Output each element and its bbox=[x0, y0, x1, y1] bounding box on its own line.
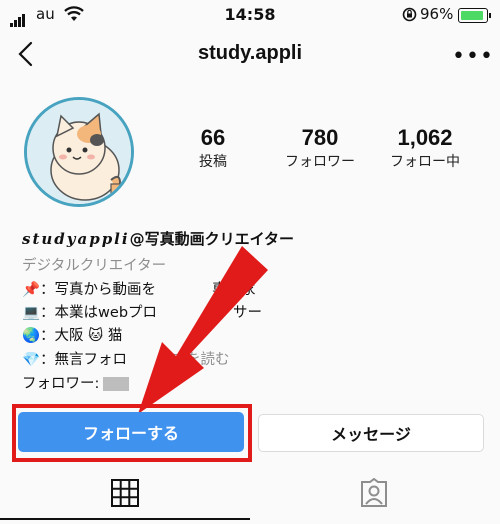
tab-tagged-icon[interactable] bbox=[358, 478, 390, 510]
stat-followers[interactable]: 780 フォロワー bbox=[270, 125, 370, 171]
orientation-lock-icon bbox=[402, 7, 417, 22]
stat-posts-value: 66 bbox=[200, 125, 226, 150]
bio-line: 🌏：大阪 🐱 猫 bbox=[22, 328, 123, 344]
avatar[interactable] bbox=[24, 97, 134, 207]
stat-following-label: フォロー中 bbox=[390, 154, 460, 170]
stat-followers-value: 780 bbox=[301, 125, 339, 150]
globe-icon: 🌏 bbox=[22, 328, 41, 344]
gem-icon: 💎 bbox=[22, 352, 41, 368]
profile-username: study.appli bbox=[197, 42, 303, 64]
annotation-arrow-icon bbox=[138, 246, 268, 414]
followers-preview[interactable]: フォロワー: bbox=[22, 372, 130, 393]
laptop-icon: 💻 bbox=[22, 305, 41, 321]
blurred-followers bbox=[103, 377, 130, 391]
cat-avatar-icon bbox=[27, 100, 131, 204]
stat-following[interactable]: 1,062 フォロー中 bbox=[375, 125, 475, 171]
battery-icon bbox=[458, 8, 491, 23]
battery-percent: 96% bbox=[420, 5, 454, 23]
stat-posts[interactable]: 66 投稿 bbox=[178, 125, 248, 171]
pin-icon: 📌 bbox=[22, 282, 41, 298]
stat-following-value: 1,062 bbox=[397, 125, 453, 150]
status-bar: au 14:58 96% bbox=[0, 0, 500, 30]
tab-grid-icon[interactable] bbox=[110, 478, 140, 508]
active-tab-indicator bbox=[0, 518, 250, 520]
stat-followers-label: フォロワー bbox=[285, 154, 355, 170]
follow-button[interactable]: フォローする bbox=[18, 412, 244, 452]
display-name-script: studyappli bbox=[22, 230, 130, 248]
message-button[interactable]: メッセージ bbox=[258, 414, 484, 452]
more-options-icon[interactable]: ••• bbox=[452, 44, 494, 69]
stat-posts-label: 投稿 bbox=[199, 154, 227, 170]
